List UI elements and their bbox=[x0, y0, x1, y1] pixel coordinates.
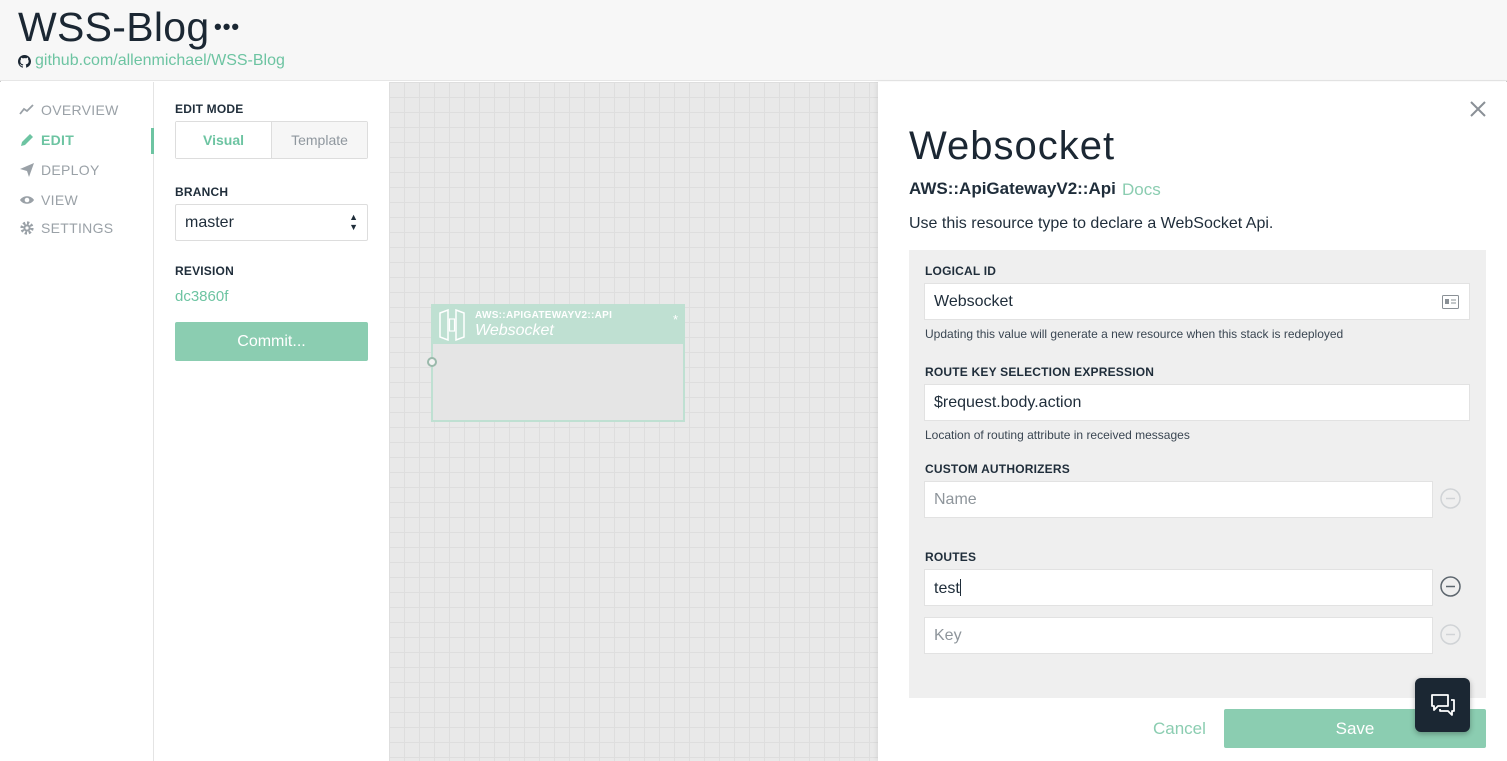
logical-id-hint: Updating this value will generate a new … bbox=[925, 327, 1344, 341]
branch-select[interactable]: master ▲ ▼ bbox=[175, 204, 368, 241]
sidebar-item-overview[interactable]: OVERVIEW bbox=[19, 102, 119, 118]
remove-route-key-icon[interactable] bbox=[1440, 624, 1461, 645]
edit-mode-toggle: Visual Template bbox=[175, 121, 368, 159]
sidebar-item-settings[interactable]: SETTINGS bbox=[19, 220, 113, 236]
more-icon[interactable]: ••• bbox=[214, 14, 240, 40]
logical-id-field[interactable]: Websocket bbox=[924, 283, 1470, 320]
authorizer-placeholder: Name bbox=[934, 491, 977, 508]
visual-mode-button[interactable]: Visual bbox=[176, 122, 272, 158]
remove-route-icon[interactable] bbox=[1440, 576, 1461, 597]
repo-link[interactable]: github.com/allenmichael/WSS-Blog bbox=[18, 52, 285, 70]
branch-value: master bbox=[185, 214, 234, 231]
chat-support-button[interactable] bbox=[1415, 678, 1470, 732]
paper-plane-icon bbox=[20, 163, 34, 177]
routes-label: ROUTES bbox=[925, 550, 977, 564]
route-field[interactable]: test bbox=[924, 569, 1433, 606]
revision-label: REVISION bbox=[175, 264, 234, 278]
sidebar-item-view[interactable]: VIEW bbox=[19, 192, 78, 208]
docs-link[interactable]: Docs bbox=[1122, 180, 1161, 200]
chat-icon bbox=[1430, 694, 1455, 716]
edit-mode-label: EDIT MODE bbox=[175, 102, 244, 116]
node-header: AWS::APIGATEWAYV2::API Websocket * bbox=[433, 306, 683, 344]
resource-description: Use this resource type to declare a WebS… bbox=[909, 215, 1274, 232]
revision-link[interactable]: dc3860f bbox=[175, 288, 228, 305]
visual-canvas[interactable]: AWS::APIGATEWAYV2::API Websocket * bbox=[389, 82, 878, 761]
repo-url[interactable]: github.com/allenmichael/WSS-Blog bbox=[35, 52, 285, 70]
resource-node[interactable]: AWS::APIGATEWAYV2::API Websocket * bbox=[427, 304, 685, 422]
app-title: WSS-Blog bbox=[18, 4, 210, 50]
text-cursor bbox=[959, 579, 961, 596]
resource-form: LOGICAL ID Websocket Updating this value… bbox=[909, 250, 1486, 698]
close-icon[interactable] bbox=[1468, 99, 1488, 119]
node-modified-marker: * bbox=[672, 312, 678, 327]
template-mode-button[interactable]: Template bbox=[272, 122, 367, 158]
branch-label: BRANCH bbox=[175, 185, 229, 199]
eye-icon bbox=[20, 196, 34, 204]
node-name: Websocket bbox=[475, 322, 554, 339]
node-port[interactable] bbox=[427, 357, 437, 367]
remove-authorizer-icon[interactable] bbox=[1440, 488, 1461, 509]
sidebar-item-label: EDIT bbox=[41, 132, 75, 148]
authorizers-label: CUSTOM AUTHORIZERS bbox=[925, 462, 1070, 476]
commit-button[interactable]: Commit... bbox=[175, 322, 368, 361]
cancel-button[interactable]: Cancel bbox=[1153, 719, 1206, 739]
github-icon bbox=[18, 54, 31, 68]
route-key-label: ROUTE KEY SELECTION EXPRESSION bbox=[925, 365, 1155, 379]
route-key-new-field[interactable]: Key bbox=[924, 617, 1433, 654]
route-value: test bbox=[934, 580, 960, 597]
api-gateway-icon bbox=[439, 309, 465, 341]
sidebar-item-edit[interactable]: EDIT bbox=[19, 132, 74, 148]
sidebar-nav: OVERVIEW EDIT DEPLOY VIEW SETTINGS bbox=[0, 82, 154, 761]
logical-id-label: LOGICAL ID bbox=[925, 264, 997, 278]
drawer-title: Websocket bbox=[909, 124, 1116, 168]
pencil-icon bbox=[21, 134, 33, 146]
id-card-icon bbox=[1442, 295, 1459, 309]
route-key-field[interactable]: $request.body.action bbox=[924, 384, 1470, 421]
edit-panel: EDIT MODE Visual Template BRANCH master … bbox=[154, 82, 389, 761]
route-key-placeholder: Key bbox=[934, 627, 962, 644]
resource-drawer: Websocket AWS::ApiGatewayV2::Api Docs Us… bbox=[878, 82, 1507, 761]
resource-type: AWS::ApiGatewayV2::Api bbox=[909, 179, 1116, 198]
route-key-hint: Location of routing attribute in receive… bbox=[925, 428, 1190, 442]
node-type: AWS::APIGATEWAYV2::API bbox=[475, 310, 613, 321]
route-key-value: $request.body.action bbox=[934, 394, 1082, 411]
authorizer-name-field[interactable]: Name bbox=[924, 481, 1433, 518]
logical-id-value: Websocket bbox=[934, 293, 1013, 310]
sidebar-item-deploy[interactable]: DEPLOY bbox=[19, 162, 100, 178]
sidebar-item-label: SETTINGS bbox=[41, 220, 114, 236]
gear-icon bbox=[20, 221, 34, 235]
sidebar-item-label: DEPLOY bbox=[41, 162, 100, 178]
select-arrows-icon: ▲ ▼ bbox=[349, 212, 358, 232]
header: WSS-Blog ••• github.com/allenmichael/WSS… bbox=[0, 0, 1507, 81]
sidebar-item-label: OVERVIEW bbox=[41, 102, 119, 118]
chart-line-icon bbox=[19, 104, 34, 115]
sidebar-item-label: VIEW bbox=[41, 192, 78, 208]
